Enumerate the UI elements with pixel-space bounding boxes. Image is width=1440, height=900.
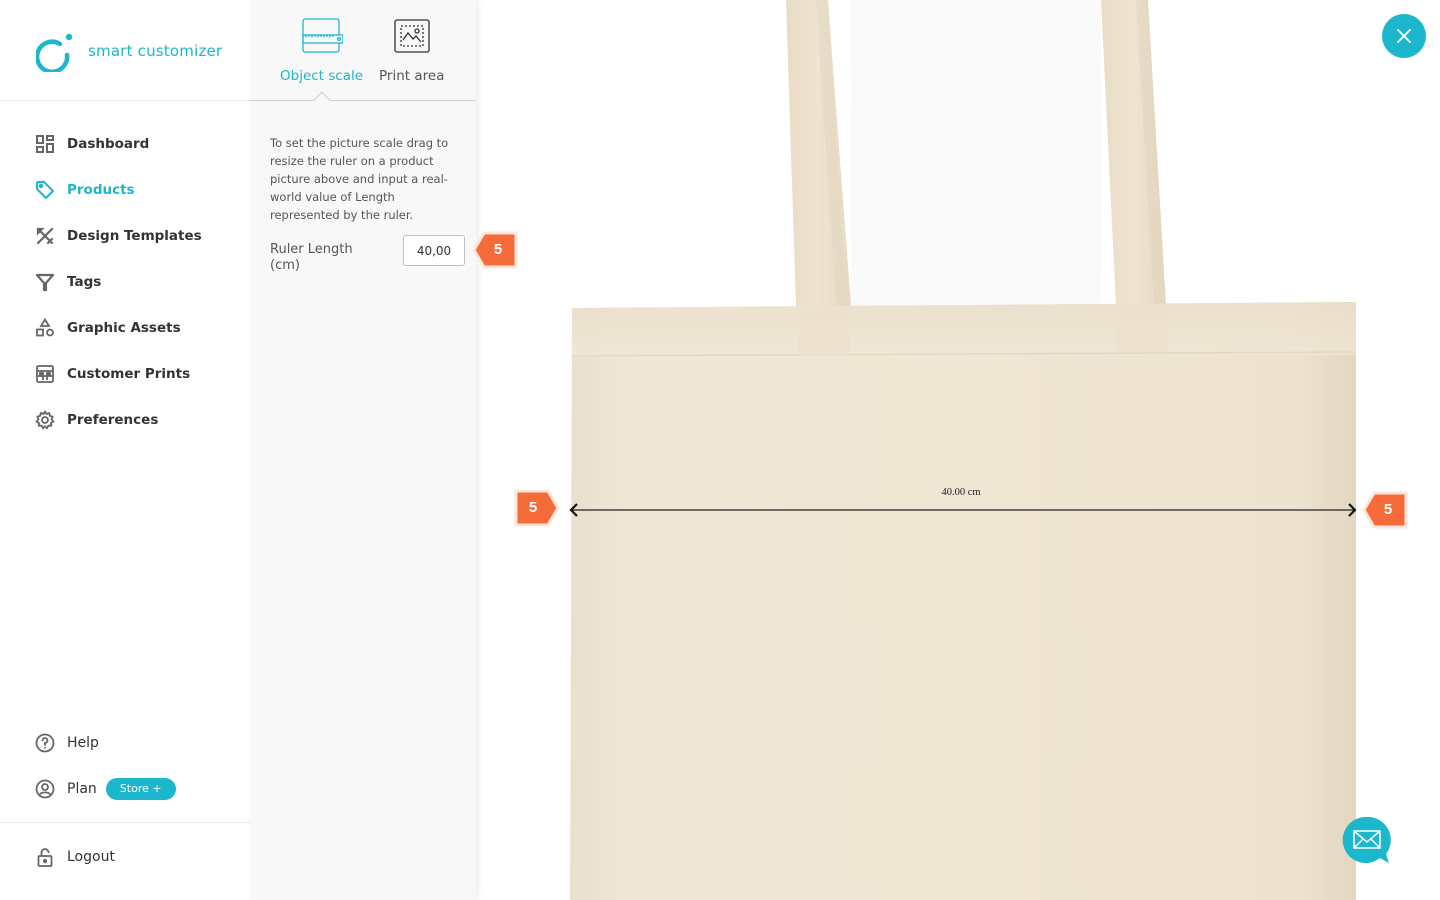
sidebar-divider — [0, 100, 250, 101]
scale-settings-panel: Object scale Print area To set the pictu… — [250, 0, 476, 900]
scale-instructions: To set the picture scale drag to resize … — [270, 136, 449, 222]
product-image-tote-bag — [569, 0, 1357, 900]
sidebar-item-label: Graphic Assets — [67, 320, 181, 336]
plan-label: Plan — [67, 781, 97, 797]
sidebar: smart customizer Dashboard Products Desi… — [0, 0, 250, 900]
help-icon — [34, 732, 56, 754]
sidebar-item-design-templates[interactable]: Design Templates — [0, 213, 250, 259]
ruler-icon — [301, 18, 343, 53]
dashboard-icon — [34, 133, 56, 155]
tag-icon — [34, 179, 56, 201]
logout-label: Logout — [67, 849, 115, 865]
prints-icon — [34, 363, 56, 385]
sidebar-item-label: Products — [67, 182, 135, 198]
brand-name: smart customizer — [88, 42, 223, 60]
panel-divider — [250, 100, 476, 101]
step-marker-ruler-right: 5 — [1362, 491, 1408, 529]
design-tools-icon — [34, 225, 56, 247]
step-number: 5 — [1383, 501, 1393, 518]
plan-badge[interactable]: Store + — [105, 778, 176, 800]
sidebar-item-products[interactable]: Products — [0, 167, 250, 213]
bag-body — [570, 302, 1356, 900]
tab-label: Object scale — [280, 68, 364, 84]
sidebar-item-tags[interactable]: Tags — [0, 259, 250, 305]
sidebar-item-plan[interactable]: Plan Store + — [0, 766, 250, 812]
main-nav: Dashboard Products Design Templates Tags… — [0, 121, 250, 443]
sidebar-item-label: Preferences — [67, 412, 159, 428]
tab-object-scale[interactable]: Object scale — [280, 18, 363, 84]
sidebar-item-help[interactable]: Help — [0, 720, 250, 766]
sidebar-item-dashboard[interactable]: Dashboard — [0, 121, 250, 167]
print-area-icon — [394, 19, 430, 53]
product-canvas: 40.00 cm — [476, 0, 1440, 900]
sidebar-item-graphic-assets[interactable]: Graphic Assets — [0, 305, 250, 351]
sidebar-item-label: Dashboard — [67, 136, 150, 152]
sidebar-item-label: Design Templates — [67, 228, 202, 244]
step-number: 5 — [528, 499, 538, 516]
ruler-measurement-label: 40.00 cm — [941, 487, 981, 498]
step-number: 5 — [493, 241, 503, 258]
panel-tabs: Object scale Print area — [250, 0, 476, 100]
logout-section: Logout — [0, 834, 250, 880]
sidebar-item-label: Customer Prints — [67, 366, 191, 382]
contact-support-button[interactable] — [1342, 816, 1392, 866]
step-marker-ruler-left: 5 — [514, 489, 560, 527]
tab-label: Print area — [379, 68, 445, 84]
ruler-length-row: Ruler Length (cm) — [270, 235, 466, 276]
ruler-length-input[interactable] — [403, 235, 465, 266]
gear-icon — [34, 409, 56, 431]
help-label: Help — [67, 735, 99, 751]
filter-icon — [34, 271, 56, 293]
envelope-chat-icon — [1342, 816, 1391, 863]
sidebar-item-label: Tags — [67, 274, 102, 290]
close-button[interactable] — [1382, 14, 1426, 58]
unlock-icon — [34, 846, 56, 868]
brand-logo[interactable]: smart customizer — [36, 30, 222, 72]
sidebar-divider — [0, 822, 250, 823]
user-circle-icon — [34, 778, 56, 800]
brand-logo-icon — [36, 33, 73, 72]
shapes-icon — [34, 317, 56, 339]
sidebar-bottom-nav: Help Plan Store + — [0, 720, 250, 812]
step-marker-input: 5 — [472, 231, 518, 269]
logout-button[interactable]: Logout — [0, 834, 250, 880]
ruler-length-label: Ruler Length (cm) — [270, 242, 353, 273]
sidebar-item-preferences[interactable]: Preferences — [0, 397, 250, 443]
sidebar-item-customer-prints[interactable]: Customer Prints — [0, 351, 250, 397]
close-icon — [1397, 29, 1411, 43]
tab-print-area[interactable]: Print area — [379, 18, 444, 84]
